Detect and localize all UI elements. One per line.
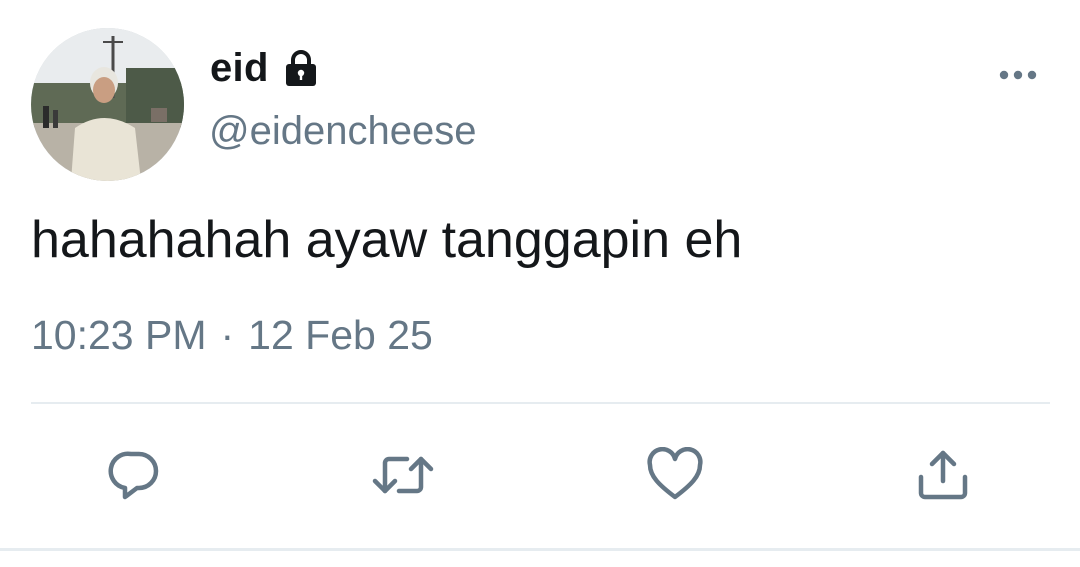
more-options-button[interactable] [998,60,1038,90]
tweet-date: 12 Feb 25 [248,312,433,358]
tweet-card: eid @eidencheese hahahahah ayaw tanggapi… [0,0,1080,567]
heart-icon [647,447,703,500]
bottom-divider [0,548,1080,551]
reply-button[interactable] [103,443,167,507]
timestamp-separator: · [220,312,235,358]
tweet-timestamp[interactable]: 10:23 PM · 12 Feb 25 [31,312,433,359]
divider [31,402,1050,404]
like-button[interactable] [643,443,707,507]
reply-icon [108,451,159,500]
share-button[interactable] [911,443,975,507]
share-icon [918,450,968,500]
handle[interactable]: @eidencheese [209,109,476,154]
avatar-photo [31,28,184,181]
more-horizontal-icon [999,70,1037,80]
lock-icon [281,48,321,88]
retweet-button[interactable] [371,443,435,507]
display-name-row: eid [210,38,321,98]
retweet-icon [372,456,434,494]
tweet-time: 10:23 PM [31,312,207,358]
tweet-text: hahahahah ayaw tanggapin eh [31,211,743,269]
avatar[interactable] [31,28,184,181]
display-name[interactable]: eid [210,46,269,91]
